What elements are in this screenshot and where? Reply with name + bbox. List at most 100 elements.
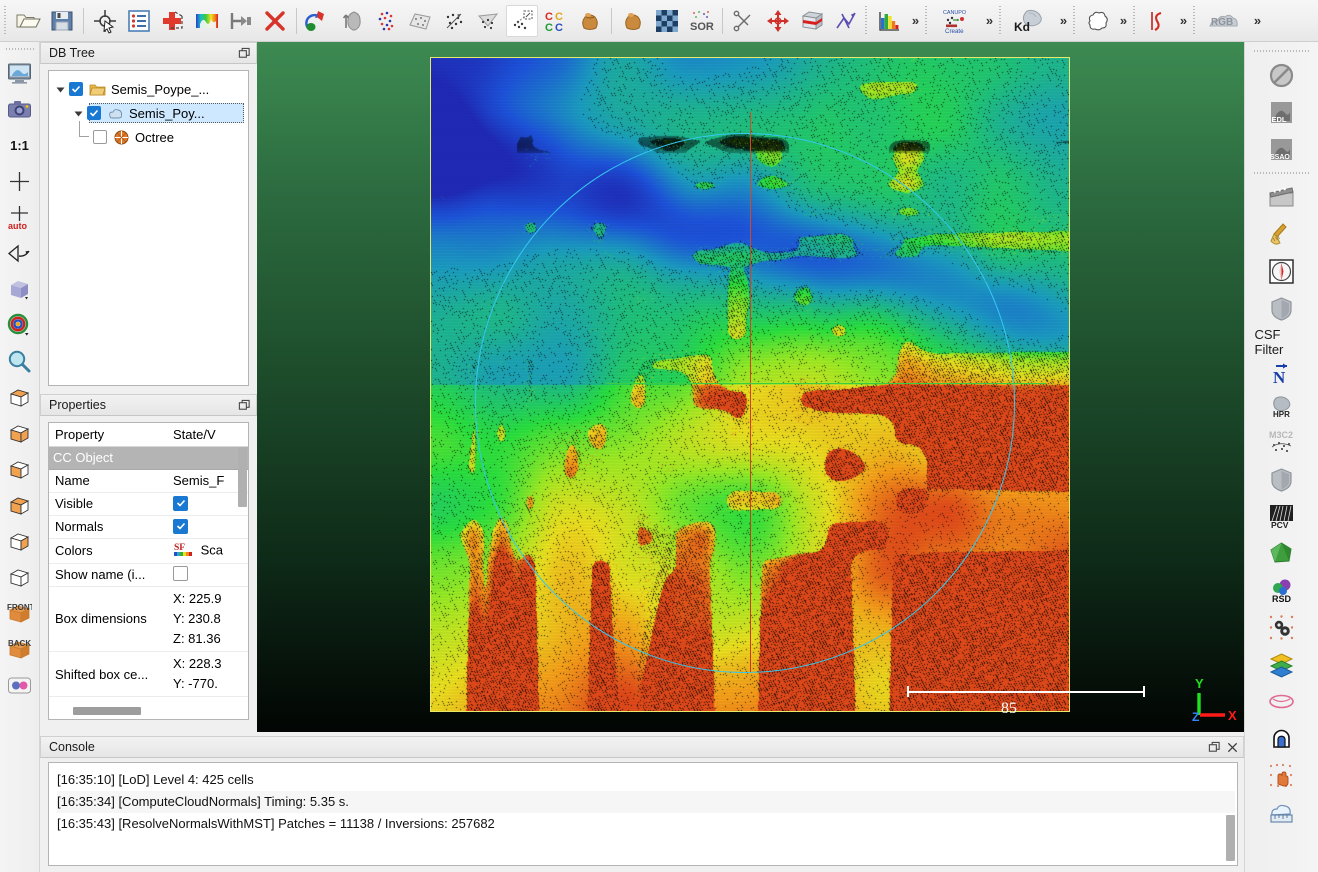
3d-viewport[interactable]: 85 Y X Z bbox=[257, 42, 1244, 732]
close-icon[interactable] bbox=[1223, 738, 1241, 756]
camera-snapshot-button[interactable] bbox=[3, 91, 37, 127]
rgb-convert-button[interactable]: RGB bbox=[1201, 5, 1247, 37]
orient-normals-button[interactable] bbox=[336, 5, 368, 37]
toolbar-grip[interactable] bbox=[1071, 5, 1078, 36]
default-colors-button[interactable] bbox=[3, 271, 37, 307]
sor-filter-button[interactable]: SOR bbox=[685, 5, 717, 37]
view-iso1-button[interactable] bbox=[3, 523, 37, 559]
shield-button[interactable] bbox=[1255, 290, 1309, 327]
view-top-button[interactable] bbox=[3, 415, 37, 451]
clip-box-button[interactable] bbox=[796, 5, 828, 37]
translate-rotate-button[interactable] bbox=[762, 5, 794, 37]
property-value[interactable] bbox=[167, 563, 248, 587]
cc-labels-button[interactable]: CCCC bbox=[540, 5, 572, 37]
chevron-down-icon[interactable] bbox=[71, 106, 85, 120]
gears-button[interactable] bbox=[1255, 609, 1309, 646]
property-value[interactable]: Semis_F bbox=[167, 469, 248, 493]
mesh-button[interactable] bbox=[404, 5, 436, 37]
subsample-checker-button[interactable] bbox=[651, 5, 683, 37]
property-value[interactable] bbox=[167, 492, 248, 516]
properties-vertical-scrollbar[interactable] bbox=[238, 447, 247, 507]
restore-window-icon[interactable] bbox=[236, 45, 252, 61]
tree-node-group[interactable]: Semis_Poype_... bbox=[49, 77, 248, 101]
hand-pick-button[interactable] bbox=[1255, 757, 1309, 794]
merge-in-button[interactable] bbox=[225, 5, 257, 37]
toolbar-overflow-button[interactable]: » bbox=[906, 4, 923, 38]
console-scrollbar[interactable] bbox=[1226, 815, 1235, 861]
view-iso2-button[interactable] bbox=[3, 559, 37, 595]
toolbar-overflow-button[interactable]: » bbox=[1054, 4, 1071, 38]
green-polyhedron-button[interactable] bbox=[1255, 535, 1309, 572]
toolbar-grip[interactable] bbox=[2, 5, 9, 36]
pivot-point-button[interactable] bbox=[3, 163, 37, 199]
tree-node-octree[interactable]: Octree bbox=[49, 121, 248, 149]
colors-button[interactable] bbox=[191, 5, 223, 37]
register-clouds-button[interactable] bbox=[438, 5, 470, 37]
save-file-button[interactable] bbox=[46, 5, 78, 37]
toolbar-overflow-button[interactable]: » bbox=[1248, 4, 1265, 38]
normal-vector-button[interactable]: N bbox=[1255, 357, 1309, 387]
toolbar-grip[interactable] bbox=[1131, 5, 1138, 36]
tunnel-button[interactable] bbox=[1255, 720, 1309, 757]
shield-button[interactable] bbox=[1255, 461, 1309, 498]
segment-scissors-button[interactable] bbox=[728, 5, 760, 37]
perspective-toggle-button[interactable] bbox=[3, 235, 37, 271]
db-tree-list[interactable]: Semis_Poype_... Semis_Poy... Octree bbox=[48, 70, 249, 386]
zoom-1-1-button[interactable]: 1:1 bbox=[3, 127, 37, 163]
restore-window-icon[interactable] bbox=[236, 397, 252, 413]
view-default-button[interactable] bbox=[3, 379, 37, 415]
csf-filter-button[interactable]: CSF Filter bbox=[1255, 327, 1309, 357]
point-picking-button[interactable] bbox=[89, 5, 121, 37]
chevron-down-icon[interactable] bbox=[53, 82, 67, 96]
toolbar-grip[interactable] bbox=[1253, 48, 1310, 54]
canupo-create-button[interactable]: CANUPO Create bbox=[933, 5, 979, 37]
toolbar-overflow-button[interactable]: » bbox=[1174, 4, 1191, 38]
curvature-s-button[interactable] bbox=[1141, 5, 1173, 37]
properties-horizontal-scrollbar[interactable] bbox=[73, 707, 141, 715]
delete-button[interactable] bbox=[259, 5, 291, 37]
kd-tree-button[interactable]: Kd bbox=[1007, 5, 1053, 37]
normals-checkbox[interactable] bbox=[173, 518, 188, 534]
stereo-mode-button[interactable] bbox=[3, 667, 37, 703]
toolbar-overflow-button[interactable]: » bbox=[1114, 4, 1131, 38]
open-file-button[interactable] bbox=[12, 5, 44, 37]
color-ramp-button[interactable] bbox=[3, 307, 37, 343]
m3c2-button[interactable]: M3C2 bbox=[1255, 424, 1309, 461]
view-back-button[interactable]: BACK bbox=[3, 631, 37, 667]
noise-filter-button[interactable] bbox=[617, 5, 649, 37]
compute-normals-button[interactable] bbox=[302, 5, 334, 37]
global-zoom-button[interactable] bbox=[3, 55, 37, 91]
view-left-button[interactable] bbox=[3, 451, 37, 487]
property-value[interactable] bbox=[167, 515, 248, 539]
toolbar-grip[interactable] bbox=[1191, 5, 1198, 36]
edl-shader-button[interactable]: EDL bbox=[1255, 94, 1309, 131]
pink-ellipse-button[interactable] bbox=[1255, 683, 1309, 720]
console-log-list[interactable]: [16:35:10] [LoD] Level 4: 425 cells [16:… bbox=[48, 762, 1238, 866]
toolbar-grip[interactable] bbox=[1253, 170, 1310, 176]
visibility-checkbox[interactable] bbox=[69, 82, 83, 96]
visibility-checkbox[interactable] bbox=[93, 130, 107, 144]
layers-button[interactable] bbox=[1255, 646, 1309, 683]
trace-polyline-button[interactable] bbox=[830, 5, 862, 37]
property-value[interactable]: SF Sca bbox=[167, 538, 248, 564]
hpr-button[interactable]: HPR bbox=[1255, 387, 1309, 424]
rsd-button[interactable]: RSD bbox=[1255, 572, 1309, 609]
broom-button[interactable] bbox=[1255, 216, 1309, 253]
compass-button[interactable] bbox=[1255, 253, 1309, 290]
visible-checkbox[interactable] bbox=[173, 495, 188, 511]
fit-plane-button[interactable] bbox=[472, 5, 504, 37]
pcv-button[interactable]: PCV bbox=[1255, 498, 1309, 535]
view-right-button[interactable] bbox=[3, 487, 37, 523]
view-front-button[interactable]: FRONT bbox=[3, 595, 37, 631]
display-list-button[interactable] bbox=[123, 5, 155, 37]
cloud-ruler-button[interactable] bbox=[1255, 794, 1309, 831]
zoom-selection-button[interactable] bbox=[3, 343, 37, 379]
point-cloud-bounding-box[interactable] bbox=[430, 57, 1070, 712]
toolbar-grip[interactable] bbox=[923, 5, 930, 36]
visibility-checkbox[interactable] bbox=[87, 106, 101, 120]
no-shader-button[interactable] bbox=[1255, 57, 1309, 94]
cloud-cloud-dist-button[interactable] bbox=[506, 4, 538, 37]
sand-bag-button[interactable] bbox=[574, 5, 606, 37]
toolbar-grip[interactable] bbox=[5, 46, 34, 52]
poisson-recon-button[interactable] bbox=[1081, 5, 1113, 37]
